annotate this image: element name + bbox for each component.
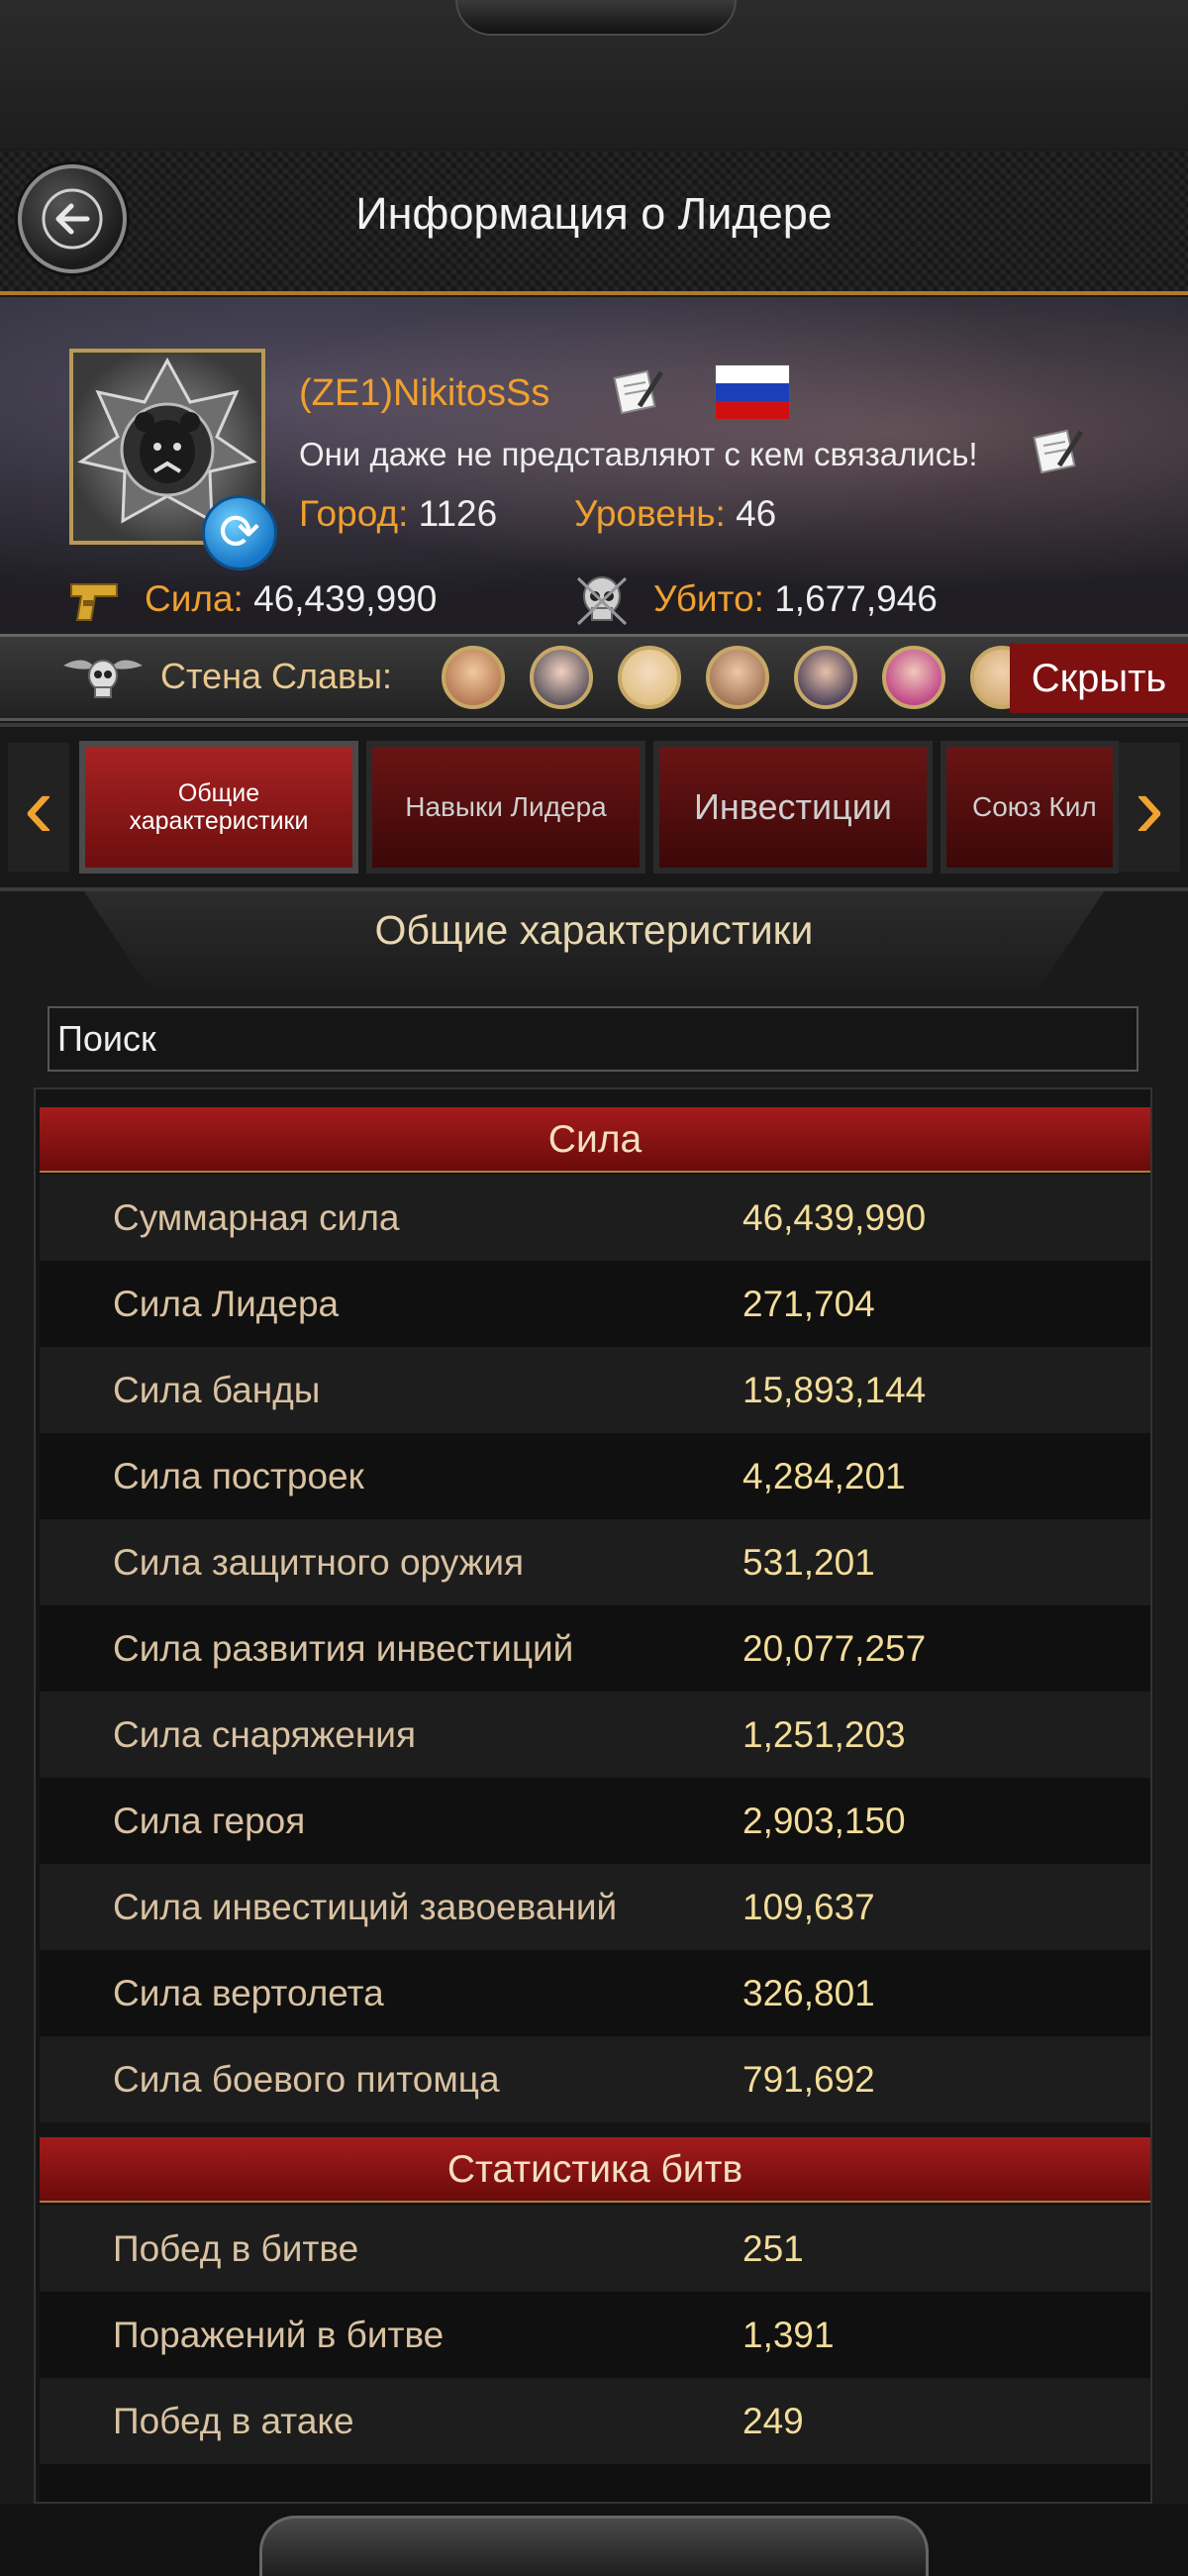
search-input[interactable] xyxy=(48,1006,1138,1072)
fame-hero-avatar[interactable] xyxy=(442,646,505,709)
stat-label: Сила инвестиций завоеваний xyxy=(113,1886,618,1927)
table-row: Сила боевого питомца 791,692 xyxy=(40,2036,1150,2122)
table-row: Сила банды 15,893,144 xyxy=(40,1347,1150,1433)
city-stat: Город: 1126 xyxy=(299,493,497,535)
table-row: Сила героя 2,903,150 xyxy=(40,1778,1150,1864)
edit-name-icon[interactable] xyxy=(612,366,665,414)
tab-leader-skills[interactable]: Навыки Лидера xyxy=(366,741,645,874)
kills-stat: Убито: 1,677,946 xyxy=(653,578,938,620)
bottom-handle xyxy=(259,2516,929,2576)
stat-value: 326,801 xyxy=(742,1972,875,2013)
stat-label: Побед в битве xyxy=(113,2227,359,2269)
stat-label: Сила снаряжения xyxy=(113,1713,417,1755)
stat-value: 249 xyxy=(742,2400,804,2441)
stat-label: Сила развития инвестиций xyxy=(113,1627,574,1669)
stat-label: Сила Лидера xyxy=(113,1283,340,1324)
fame-hero-avatar[interactable] xyxy=(706,646,769,709)
top-notch xyxy=(455,0,737,36)
power-value: 46,439,990 xyxy=(253,578,438,619)
player-motto: Они даже не представляют с кем связались… xyxy=(299,436,978,472)
power-stat: Сила: 46,439,990 xyxy=(145,578,437,620)
stat-label: Сила боевого питомца xyxy=(113,2058,500,2100)
fame-hero-avatar[interactable] xyxy=(618,646,681,709)
table-row: Сила снаряжения 1,251,203 xyxy=(40,1692,1150,1778)
city-label: Город: xyxy=(299,493,409,534)
city-value: 1126 xyxy=(418,493,498,534)
table-row: Побед в битве 251 xyxy=(40,2206,1150,2292)
table-row: Сила построек 4,284,201 xyxy=(40,1433,1150,1519)
refresh-icon[interactable]: ⟳ xyxy=(202,495,277,570)
table-row: Суммарная сила 46,439,990 xyxy=(40,1175,1150,1261)
table-row: Поражений в битве 1,391 xyxy=(40,2292,1150,2378)
level-label: Уровень: xyxy=(574,493,726,534)
level-value: 46 xyxy=(736,493,777,534)
stat-value: 20,077,257 xyxy=(742,1627,927,1669)
stat-value: 791,692 xyxy=(742,2058,875,2100)
power-label: Сила: xyxy=(145,578,244,619)
stat-label: Суммарная сила xyxy=(113,1196,400,1238)
tab-general-stats[interactable]: Общие характеристики xyxy=(79,741,358,874)
russia-flag-icon xyxy=(715,364,790,420)
tabs-left-arrow-icon[interactable]: ‹ xyxy=(8,743,69,872)
level-stat: Уровень: 46 xyxy=(574,493,776,535)
table-row: Сила вертолета 326,801 xyxy=(40,1950,1150,2036)
group-header-battle-stats: Статистика битв xyxy=(40,2137,1150,2203)
stat-value: 109,637 xyxy=(742,1886,875,1927)
fame-hero-avatar[interactable] xyxy=(882,646,945,709)
section-title: Общие характеристики xyxy=(374,907,814,953)
stat-value: 1,251,203 xyxy=(742,1713,906,1755)
stat-value: 531,201 xyxy=(742,1541,875,1583)
back-arrow-icon xyxy=(42,188,103,250)
stat-label: Поражений в битве xyxy=(113,2314,445,2355)
table-row: Сила защитного оружия 531,201 xyxy=(40,1519,1150,1605)
winged-skull-icon xyxy=(63,660,143,698)
stat-label: Сила защитного оружия xyxy=(113,1541,525,1583)
tab-alliance[interactable]: Союз Кил xyxy=(940,741,1119,874)
stat-value: 2,903,150 xyxy=(742,1800,906,1841)
skull-icon xyxy=(576,576,628,626)
stat-value: 46,439,990 xyxy=(742,1196,927,1238)
table-row-partial xyxy=(40,2464,1150,2502)
fame-hero-avatar[interactable] xyxy=(794,646,857,709)
stat-value: 271,704 xyxy=(742,1283,875,1324)
page-title: Информация о Лидере xyxy=(355,188,833,239)
stat-value: 1,391 xyxy=(742,2314,835,2355)
table-row: Сила инвестиций завоеваний 109,637 xyxy=(40,1864,1150,1950)
pistol-icon xyxy=(70,583,118,621)
stats-panel: Сила Суммарная сила 46,439,990 Сила Лиде… xyxy=(34,1087,1152,2504)
stat-value: 4,284,201 xyxy=(742,1455,906,1496)
stat-value: 251 xyxy=(742,2227,804,2269)
hide-button[interactable]: Скрыть xyxy=(1010,644,1188,713)
player-name: (ZE1)NikitosSs xyxy=(299,372,550,414)
back-button[interactable] xyxy=(18,164,127,273)
table-row: Побед в атаке 249 xyxy=(40,2378,1150,2464)
kills-label: Убито: xyxy=(653,578,764,619)
stat-label: Сила вертолета xyxy=(113,1972,384,2013)
wall-of-fame-label: Стена Славы: xyxy=(160,656,393,696)
stat-value: 15,893,144 xyxy=(742,1369,927,1410)
stat-label: Сила построек xyxy=(113,1455,364,1496)
table-row: Сила развития инвестиций 20,077,257 xyxy=(40,1605,1150,1692)
stat-label: Сила банды xyxy=(113,1369,321,1410)
fame-hero-avatar[interactable] xyxy=(530,646,593,709)
edit-motto-icon[interactable] xyxy=(1032,426,1085,473)
stat-label: Сила героя xyxy=(113,1800,306,1841)
stat-label: Побед в атаке xyxy=(113,2400,354,2441)
kills-value: 1,677,946 xyxy=(774,578,938,619)
table-row: Сила Лидера 271,704 xyxy=(40,1261,1150,1347)
tabs-right-arrow-icon[interactable]: › xyxy=(1119,743,1180,872)
tab-investments[interactable]: Инвестиции xyxy=(653,741,933,874)
group-header-power: Сила xyxy=(40,1107,1150,1173)
